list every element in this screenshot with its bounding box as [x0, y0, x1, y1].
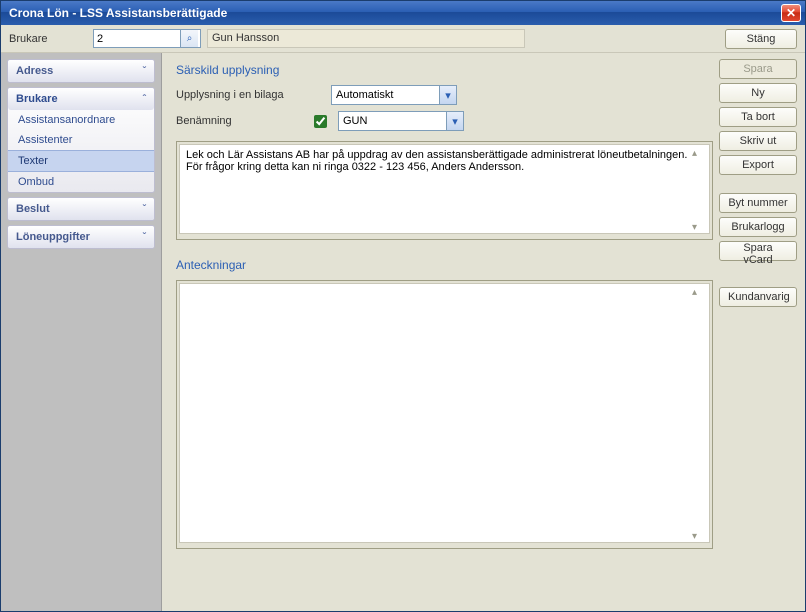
- nav-item-assistansanordnare[interactable]: Assistansanordnare: [8, 110, 154, 130]
- close-icon[interactable]: ✕: [781, 4, 801, 22]
- section-title-anteckningar: Anteckningar: [176, 258, 713, 272]
- benamning-value: GUN: [339, 115, 446, 127]
- upplysning-textarea[interactable]: [179, 144, 710, 234]
- benamning-label: Benämning: [176, 115, 302, 127]
- chevron-down-icon[interactable]: ▾: [446, 112, 463, 130]
- nav-group-beslut: Beslut ˇ: [7, 197, 155, 221]
- row-upplysning: Upplysning i en bilaga Automatiskt ▾: [176, 85, 713, 105]
- nav-label: Brukare: [16, 93, 58, 105]
- window-title: Crona Lön - LSS Assistansberättigade: [9, 6, 781, 20]
- nav-label: Beslut: [16, 203, 50, 215]
- nav-label: Löneuppgifter: [16, 231, 90, 243]
- titlebar: Crona Lön - LSS Assistansberättigade ✕: [1, 1, 805, 25]
- right-button-panel: Spara Ny Ta bort Skriv ut Export Byt num…: [719, 53, 805, 611]
- nav-head-loneuppgifter[interactable]: Löneuppgifter ˇ: [8, 226, 154, 248]
- body: Adress ˇ Brukare ˆ Assistansanordnare As…: [1, 53, 805, 611]
- chevron-down-icon: ˇ: [143, 66, 146, 77]
- nav-item-assistenter[interactable]: Assistenter: [8, 130, 154, 150]
- spara-button: Spara: [719, 59, 797, 79]
- nav-head-beslut[interactable]: Beslut ˇ: [8, 198, 154, 220]
- close-button[interactable]: Stäng: [725, 29, 797, 49]
- kundanvarig-button[interactable]: Kundanvarig: [719, 287, 797, 307]
- spara-vcard-button[interactable]: Spara vCard: [719, 241, 797, 261]
- nav-label: Adress: [16, 65, 53, 77]
- nav-head-adress[interactable]: Adress ˇ: [8, 60, 154, 82]
- center-pane: Särskild upplysning Upplysning i en bila…: [162, 53, 719, 611]
- brukare-name-display: Gun Hansson: [207, 29, 525, 48]
- upplysning-value: Automatiskt: [332, 89, 439, 101]
- nav-items-brukare: Assistansanordnare Assistenter Texter Om…: [8, 110, 154, 192]
- brukare-code-field[interactable]: ⌕: [93, 29, 201, 48]
- nav-group-adress: Adress ˇ: [7, 59, 155, 83]
- upplysning-label: Upplysning i en bilaga: [176, 89, 302, 101]
- skriv-ut-button[interactable]: Skriv ut: [719, 131, 797, 151]
- left-nav: Adress ˇ Brukare ˆ Assistansanordnare As…: [1, 53, 162, 611]
- upplysning-text-wrap: ▴▾: [176, 141, 713, 240]
- brukare-label: Brukare: [9, 33, 87, 45]
- benamning-checkbox[interactable]: [314, 115, 327, 128]
- nav-head-brukare[interactable]: Brukare ˆ: [8, 88, 154, 110]
- ny-button[interactable]: Ny: [719, 83, 797, 103]
- upplysning-combo[interactable]: Automatiskt ▾: [331, 85, 457, 105]
- nav-item-ombud[interactable]: Ombud: [8, 172, 154, 192]
- top-strip: Brukare ⌕ Gun Hansson Stäng: [1, 25, 805, 53]
- export-button[interactable]: Export: [719, 155, 797, 175]
- nav-group-brukare: Brukare ˆ Assistansanordnare Assistenter…: [7, 87, 155, 193]
- anteckningar-wrap: ▴▾: [176, 280, 713, 549]
- byt-nummer-button[interactable]: Byt nummer: [719, 193, 797, 213]
- brukarlogg-button[interactable]: Brukarlogg: [719, 217, 797, 237]
- anteckningar-textarea[interactable]: [179, 283, 710, 543]
- row-benamning: Benämning GUN ▾: [176, 111, 713, 131]
- chevron-down-icon: ˇ: [143, 204, 146, 215]
- nav-item-texter[interactable]: Texter: [8, 150, 154, 172]
- ta-bort-button[interactable]: Ta bort: [719, 107, 797, 127]
- app-window: Crona Lön - LSS Assistansberättigade ✕ B…: [0, 0, 806, 612]
- section-title-upplysning: Särskild upplysning: [176, 63, 713, 77]
- nav-group-loneuppgifter: Löneuppgifter ˇ: [7, 225, 155, 249]
- chevron-up-icon: ˆ: [143, 94, 146, 105]
- brukare-code-input[interactable]: [94, 30, 180, 47]
- benamning-combo[interactable]: GUN ▾: [338, 111, 464, 131]
- lookup-icon[interactable]: ⌕: [180, 30, 198, 47]
- chevron-down-icon[interactable]: ▾: [439, 86, 456, 104]
- chevron-down-icon: ˇ: [143, 232, 146, 243]
